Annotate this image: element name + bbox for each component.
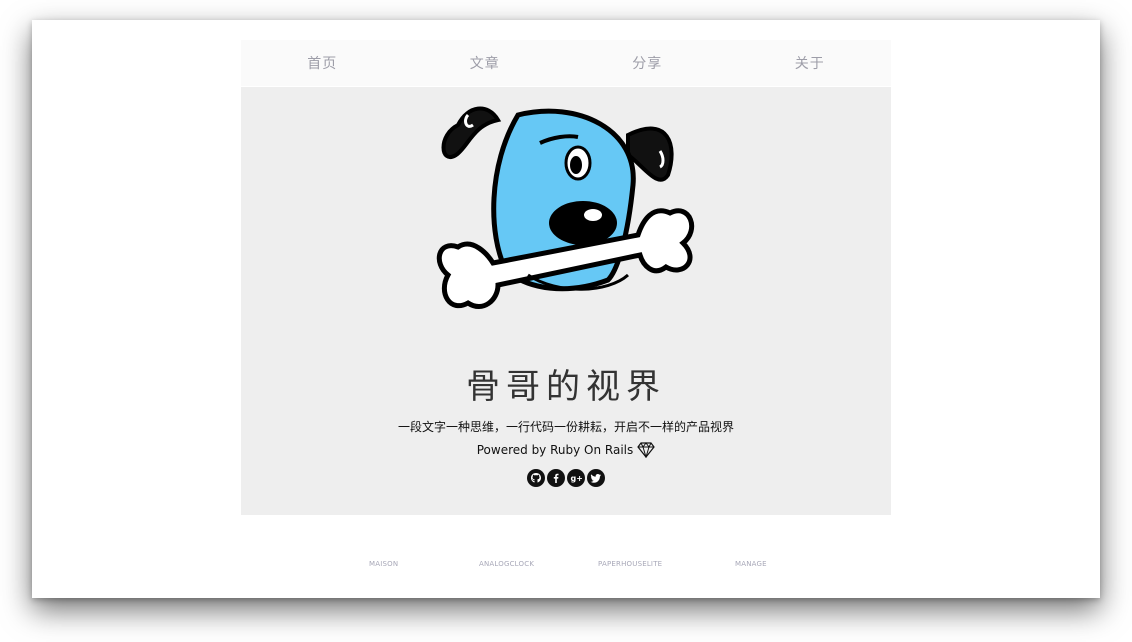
hero-section: 骨哥的视界 一段文字一种思维，一行代码一份耕耘，开启不一样的产品视界 Power…	[241, 87, 891, 515]
facebook-icon[interactable]	[547, 469, 565, 487]
github-icon[interactable]	[527, 469, 545, 487]
footer-link-analogclock[interactable]: ANALOGCLOCK	[479, 560, 534, 568]
twitter-icon[interactable]	[587, 469, 605, 487]
ruby-gem-icon	[637, 442, 656, 458]
footer-link-manage[interactable]: MANAGE	[735, 560, 767, 568]
nav-item-share[interactable]: 分享	[566, 53, 729, 73]
top-nav: 首页 文章 分享 关于	[241, 40, 891, 86]
site-tagline: 一段文字一种思维，一行代码一份耕耘，开启不一样的产品视界	[397, 420, 734, 434]
footer-links: MAISON ANALOGCLOCK PAPERHOUSELITE MANAGE	[32, 560, 1100, 572]
nav-item-home[interactable]: 首页	[241, 53, 404, 73]
google-plus-icon[interactable]: g+	[567, 469, 585, 487]
browser-window: 首页 文章 分享 关于 骨哥的视界 一段文字一种思维，一行代码一份耕耘，开启不一…	[32, 20, 1100, 598]
nav-item-articles[interactable]: 文章	[404, 53, 567, 73]
powered-by-text: Powered by Ruby On Rails	[476, 443, 634, 457]
dog-with-bone-logo	[436, 106, 695, 309]
nav-item-about[interactable]: 关于	[729, 53, 892, 73]
footer-link-maison[interactable]: MAISON	[369, 560, 398, 568]
footer-link-paperhouselite[interactable]: PAPERHOUSELITE	[598, 560, 662, 568]
site-title: 骨哥的视界	[466, 367, 666, 407]
social-links: g+	[241, 469, 891, 487]
svg-text:g+: g+	[571, 474, 583, 483]
powered-by: Powered by Ruby On Rails	[241, 442, 891, 458]
